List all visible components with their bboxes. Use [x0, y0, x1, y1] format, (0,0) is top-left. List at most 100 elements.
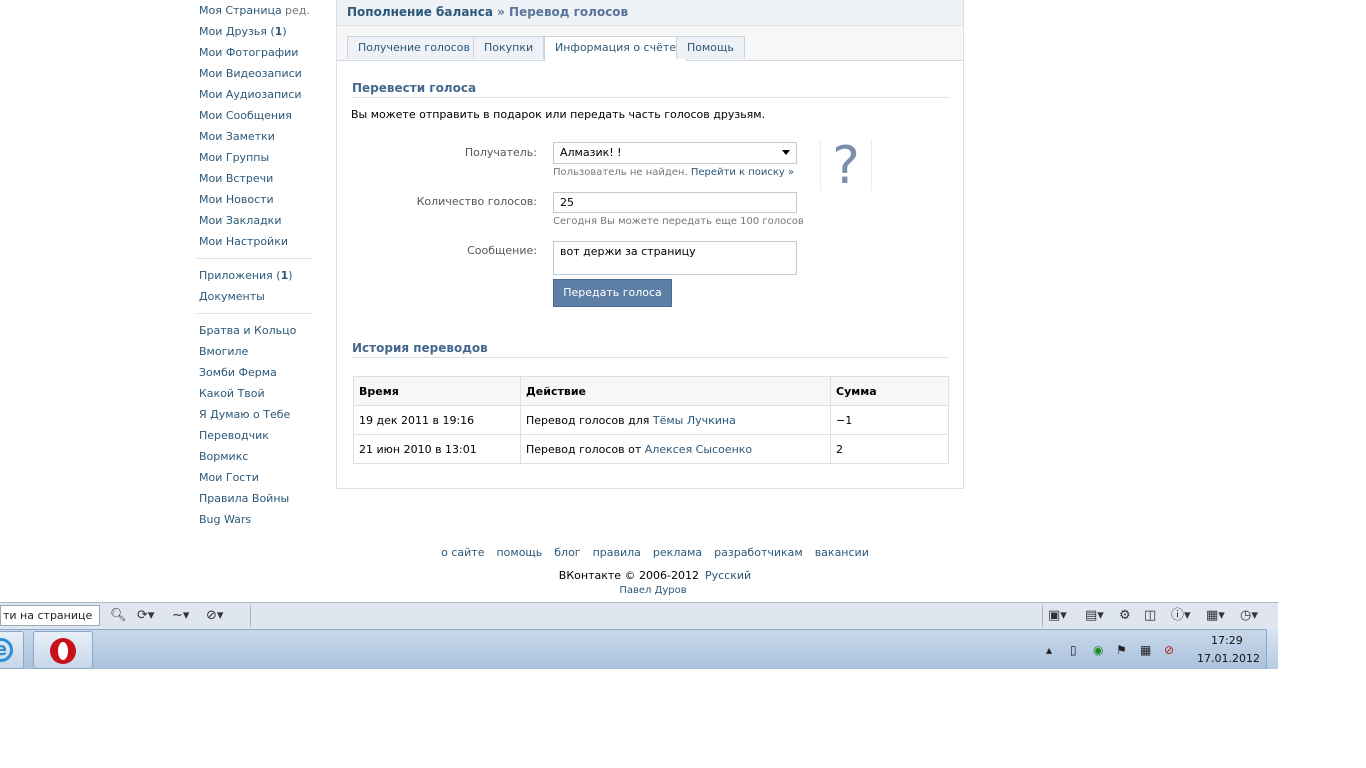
sidebar-item[interactable]: Документы [193, 286, 313, 307]
sidebar-item[interactable]: Какой Твой [193, 383, 313, 404]
find-input[interactable]: ти на странице [0, 605, 100, 626]
breadcrumb: Пополнение баланса » Перевод голосов [337, 0, 963, 26]
row-sum: 2 [830, 434, 949, 464]
clock-date[interactable]: 17.01.2012 [1197, 652, 1260, 665]
page-icon[interactable]: ◫ [1144, 608, 1156, 624]
sidebar-item[interactable]: Мои Группы [193, 147, 313, 168]
network-icon[interactable]: ▦ [1140, 643, 1151, 657]
search-link[interactable]: Перейти к поиску » [691, 167, 794, 178]
tray-expand-icon[interactable]: ▴ [1046, 643, 1052, 657]
image-icon[interactable]: ▣▾ [1048, 608, 1067, 624]
sidebar-item-label: Мои Друзья [199, 25, 267, 38]
message-textarea[interactable]: вот держи за страницу [553, 241, 797, 275]
globe-icon[interactable]: ◷▾ [1240, 608, 1258, 624]
tab-help[interactable]: Помощь [676, 36, 745, 59]
menu-divider [197, 313, 313, 314]
stop-icon[interactable]: ⊘▾ [206, 608, 223, 624]
copyright-text: ВКонтакте © 2006-2012 [558, 569, 699, 582]
tab-purchases[interactable]: Покупки [473, 36, 545, 59]
sidebar-item[interactable]: Мои Настройки [193, 231, 313, 252]
footer-link[interactable]: вакансии [815, 546, 869, 559]
footer-link[interactable]: реклама [653, 546, 702, 559]
sidebar-item-label: Переводчик [199, 429, 269, 442]
sidebar-item[interactable]: Мои Видеозаписи [193, 63, 313, 84]
row-action-text: Перевод голосов от [526, 442, 642, 456]
antivirus-icon[interactable]: ◉ [1093, 643, 1103, 657]
sidebar-item-label: Мои Встречи [199, 172, 274, 185]
battery-icon[interactable]: ▯ [1070, 643, 1077, 657]
sidebar-item[interactable]: Мои Друзья (1) [193, 21, 313, 42]
sidebar-item-label: Мои Новости [199, 193, 274, 206]
sidebar-item[interactable]: Мои Аудиозаписи [193, 84, 313, 105]
sidebar-item-label: Вмогиле [199, 345, 249, 358]
breadcrumb-root-link[interactable]: Пополнение баланса [347, 5, 493, 19]
send-votes-button[interactable]: Передать голоса [553, 279, 672, 307]
sidebar-item[interactable]: Братва и Кольцо [193, 320, 313, 341]
info-icon[interactable]: ⓘ▾ [1171, 608, 1191, 624]
sidebar-item-label: Мои Заметки [199, 130, 275, 143]
footer-link[interactable]: правила [593, 546, 641, 559]
transfer-title: Перевести голоса [352, 81, 949, 98]
sidebar-item[interactable]: Переводчик [193, 425, 313, 446]
sidebar-item[interactable]: Мои Встречи [193, 168, 313, 189]
taskbar-opera-button[interactable] [33, 631, 93, 669]
taskbar: e ▴ ▯ ◉ ⚑ ▦ ⊘ [0, 629, 1278, 669]
row-user-link[interactable]: Алексея Сысоенко [645, 443, 752, 456]
taskbar-ie-button[interactable]: e [0, 631, 24, 669]
sidebar-item[interactable]: Зомби Ферма [193, 362, 313, 383]
sidebar-item[interactable]: Мои Закладки [193, 210, 313, 231]
clock-time[interactable]: 17:29 [1211, 634, 1243, 647]
copyright: ВКонтакте © 2006-2012 Русский [0, 569, 1310, 582]
tab-account-info[interactable]: Информация о счёте [544, 36, 688, 61]
sidebar-item[interactable]: Мои Сообщения [193, 105, 313, 126]
language-link[interactable]: Русский [705, 569, 751, 582]
row-user-link[interactable]: Тёмы Лучкина [653, 414, 736, 427]
footer-link[interactable]: разработчикам [714, 546, 803, 559]
sidebar-item[interactable]: Правила Войны [193, 488, 313, 509]
volume-muted-icon[interactable]: ⊘ [1164, 643, 1174, 657]
chevron-down-icon[interactable] [782, 150, 790, 155]
flag-icon[interactable]: ⚑ [1116, 643, 1127, 657]
footer-link[interactable]: помощь [496, 546, 542, 559]
footer-link[interactable]: о сайте [441, 546, 484, 559]
show-desktop-button[interactable] [1266, 629, 1278, 669]
breadcrumb-separator: » [492, 5, 510, 19]
breadcrumb-current: Перевод голосов [509, 5, 629, 19]
sidebar-item[interactable]: Вмогиле [193, 341, 313, 362]
sidebar-item[interactable]: Мои Фотографии [193, 42, 313, 63]
sidebar-item[interactable]: Bug Wars [193, 509, 313, 530]
row-action: Перевод голосов для Тёмы Лучкина [520, 405, 831, 435]
sidebar-item[interactable]: Мои Новости [193, 189, 313, 210]
sidebar-item[interactable]: Вормикс [193, 446, 313, 467]
menu-apps: Братва и Кольцо Вмогиле Зомби Ферма Какой Т… [193, 320, 313, 530]
share-icon[interactable]: ∼▾ [172, 608, 189, 624]
search-icon[interactable]: 🔍︎ [110, 608, 127, 624]
tab-receive-votes[interactable]: Получение голосов [347, 36, 481, 59]
tools-icon[interactable]: ▦▾ [1206, 608, 1225, 624]
refresh-icon[interactable]: ⟳▾ [137, 608, 154, 624]
settings-icon[interactable]: ⚙ [1119, 608, 1131, 624]
sidebar-item-label: Мои Фотографии [199, 46, 299, 59]
sidebar-item-label: Мои Аудиозаписи [199, 88, 302, 101]
footer-links: о сайте помощь блог правила реклама разработч… [0, 546, 1310, 559]
avatar-placeholder: ? [820, 140, 872, 192]
recipient-hint-text: Пользователь не найден. [553, 167, 688, 178]
author-link[interactable]: Павел Дуров [0, 585, 1306, 596]
recipient-select[interactable]: Алмазик! ! [553, 142, 797, 164]
sidebar-item[interactable]: Моя Страница ред. [193, 0, 313, 21]
sidebar-item[interactable]: Я Думаю о Тебе [193, 404, 313, 425]
sidebar-item[interactable]: Мои Заметки [193, 126, 313, 147]
ie-icon: e [0, 638, 13, 662]
sidebar-item-label: Мои Группы [199, 151, 270, 164]
sidebar-item-count-value: 1 [280, 269, 289, 282]
footer-link[interactable]: блог [554, 546, 580, 559]
left-menu: Моя Страница ред. Мои Друзья (1) Мои Фотогр… [193, 0, 313, 530]
sidebar-item[interactable]: Мои Гости [193, 467, 313, 488]
row-time: 21 июн 2010 в 13:01 [353, 434, 521, 464]
edit-menu-link[interactable]: ред. [285, 0, 310, 21]
sidebar-item[interactable]: Приложения (1) [193, 265, 313, 286]
amount-input[interactable]: 25 [553, 192, 797, 213]
recipient-hint: Пользователь не найден. Перейти к поиску… [553, 167, 794, 178]
chart-icon[interactable]: ▤▾ [1085, 608, 1104, 624]
sidebar-item-label: Братва и Кольцо [199, 324, 297, 337]
